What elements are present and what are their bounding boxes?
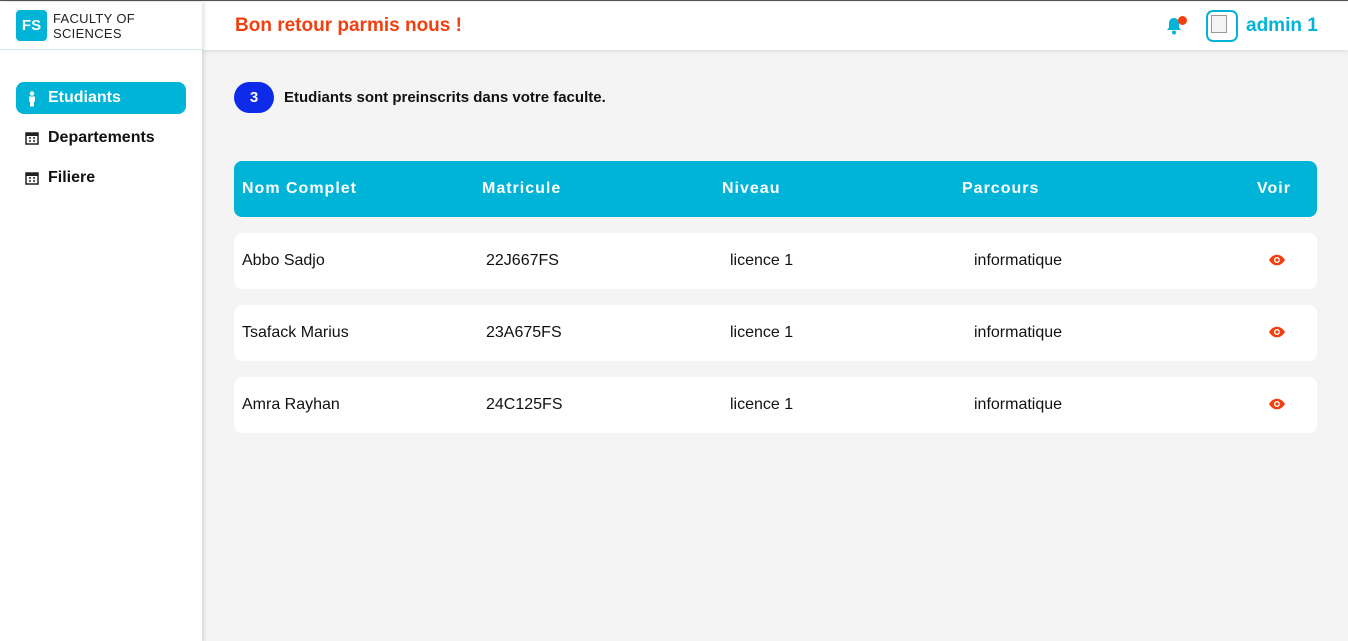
avatar[interactable] (1206, 10, 1238, 42)
sidebar: FS FACULTY OF SCIENCES Etudiants Departe… (0, 2, 202, 641)
sidebar-item-label: Etudiants (48, 89, 121, 106)
notification-dot (1178, 16, 1187, 25)
column-header-nom: Nom Complet (242, 180, 357, 197)
sidebar-item-departements[interactable]: Departements (16, 122, 186, 154)
cell-niveau: licence 1 (730, 324, 794, 341)
column-header-parcours: Parcours (962, 180, 1040, 197)
eye-icon[interactable] (1268, 253, 1286, 267)
sidebar-nav: Etudiants Departements Filiere (0, 50, 202, 194)
calendar-icon (25, 131, 39, 145)
student-count-text: Etudiants sont preinscrits dans votre fa… (284, 89, 606, 106)
cell-nom: Amra Rayhan (242, 396, 340, 413)
cell-nom: Tsafack Marius (242, 324, 349, 341)
table-header: Nom Complet Matricule Niveau Parcours Vo… (234, 161, 1317, 217)
sidebar-item-filiere[interactable]: Filiere (16, 162, 186, 194)
calendar-icon (25, 171, 39, 185)
column-header-niveau: Niveau (722, 180, 781, 197)
welcome-message: Bon retour parmis nous ! (235, 15, 462, 36)
cell-niveau: licence 1 (730, 396, 794, 413)
cell-matricule: 24C125FS (486, 396, 563, 413)
brand: FS FACULTY OF SCIENCES (0, 2, 202, 50)
cell-matricule: 22J667FS (486, 252, 559, 269)
sidebar-item-etudiants[interactable]: Etudiants (16, 82, 186, 114)
cell-parcours: informatique (974, 396, 1063, 413)
username[interactable]: admin 1 (1246, 15, 1318, 37)
column-header-voir: Voir (1257, 180, 1291, 197)
cell-niveau: licence 1 (730, 252, 794, 269)
student-count-badge: 3 (234, 82, 274, 113)
sidebar-item-label: Filiere (48, 169, 96, 186)
student-count-row: 3 Etudiants sont preinscrits dans votre … (234, 82, 606, 113)
brand-name: FACULTY OF SCIENCES (53, 11, 135, 41)
table-row: Abbo Sadjo 22J667FS licence 1 informatiq… (234, 233, 1317, 289)
cell-parcours: informatique (974, 324, 1063, 341)
table-row: Amra Rayhan 24C125FS licence 1 informati… (234, 377, 1317, 433)
cell-matricule: 23A675FS (486, 324, 562, 341)
cell-parcours: informatique (974, 252, 1063, 269)
cell-nom: Abbo Sadjo (242, 252, 325, 269)
brand-name-line2: SCIENCES (53, 25, 122, 41)
person-icon (25, 91, 39, 107)
eye-icon[interactable] (1268, 325, 1286, 339)
brand-logo: FS (16, 10, 47, 41)
top-header: Bon retour parmis nous ! admin 1 (202, 2, 1348, 50)
table-row: Tsafack Marius 23A675FS licence 1 inform… (234, 305, 1317, 361)
sidebar-item-label: Departements (48, 129, 155, 146)
brand-name-line1: FACULTY OF (53, 10, 135, 26)
column-header-matricule: Matricule (482, 180, 562, 197)
eye-icon[interactable] (1268, 397, 1286, 411)
broken-image-icon (1211, 15, 1227, 33)
